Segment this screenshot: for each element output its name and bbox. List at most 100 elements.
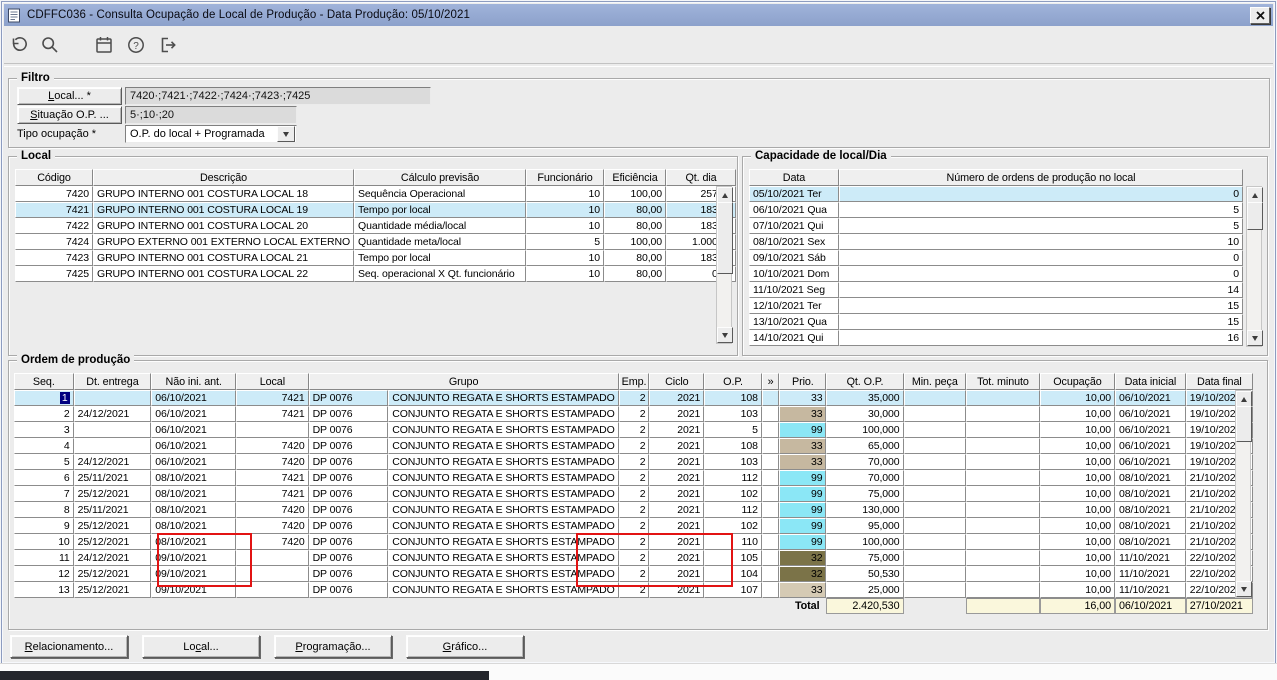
filter-tipo-combobox[interactable]: O.P. do local + Programada bbox=[125, 125, 297, 143]
cell[interactable]: 08/10/2021 bbox=[151, 534, 237, 550]
column-header[interactable]: Ocupação bbox=[1039, 373, 1116, 390]
cell[interactable]: 99 bbox=[779, 470, 827, 486]
cell[interactable] bbox=[966, 422, 1040, 438]
cell[interactable]: 2 bbox=[618, 470, 650, 486]
cell[interactable]: DP 0076 bbox=[308, 518, 389, 534]
cell[interactable]: 95,000 bbox=[826, 518, 904, 534]
cell[interactable] bbox=[73, 390, 152, 406]
column-header[interactable]: Prio. bbox=[779, 373, 827, 390]
cell[interactable]: 06/10/2021 bbox=[1115, 598, 1186, 614]
cell[interactable]: 102 bbox=[704, 518, 762, 534]
cell[interactable]: 7420 bbox=[15, 186, 93, 202]
cell[interactable]: GRUPO INTERNO 001 COSTURA LOCAL 22 bbox=[93, 266, 355, 282]
cell[interactable]: 25/12/2021 bbox=[73, 566, 152, 582]
cell[interactable]: 102 bbox=[704, 486, 762, 502]
cell[interactable]: 103 bbox=[704, 454, 762, 470]
scroll-up-button[interactable] bbox=[1247, 187, 1263, 203]
cell[interactable]: 25/11/2021 bbox=[73, 502, 152, 518]
grafico-button[interactable]: Gráfico... bbox=[406, 635, 524, 658]
cell[interactable]: 7420 bbox=[236, 534, 309, 550]
cell[interactable]: 2021 bbox=[649, 582, 705, 598]
cell[interactable]: 10,00 bbox=[1039, 454, 1116, 470]
cell[interactable]: 10 bbox=[526, 250, 605, 266]
filter-local-value[interactable]: 7420·;7421·;7422·;7424·;7423·;7425 bbox=[125, 87, 431, 105]
cell[interactable]: 35,000 bbox=[826, 390, 904, 406]
column-header[interactable]: Local bbox=[236, 373, 309, 390]
cell[interactable]: 11/10/2021 Seg bbox=[749, 282, 839, 298]
cell[interactable]: 10,00 bbox=[1039, 438, 1116, 454]
cell[interactable]: 99 bbox=[779, 518, 827, 534]
cell[interactable]: 06/10/2021 bbox=[1115, 454, 1186, 470]
cell[interactable]: 10 bbox=[839, 234, 1243, 250]
cell[interactable]: 4 bbox=[14, 438, 74, 454]
cell[interactable]: 2 bbox=[618, 438, 650, 454]
cell[interactable]: 10,00 bbox=[1039, 582, 1116, 598]
cell[interactable]: 08/10/2021 bbox=[151, 486, 237, 502]
cell[interactable]: 80,00 bbox=[604, 266, 667, 282]
cell[interactable]: 130,000 bbox=[826, 502, 904, 518]
cell[interactable]: 06/10/2021 bbox=[151, 454, 237, 470]
cell[interactable]: CONJUNTO REGATA E SHORTS ESTAMPADO bbox=[388, 406, 619, 422]
cell[interactable]: 75,000 bbox=[826, 550, 904, 566]
cell[interactable]: 99 bbox=[779, 422, 827, 438]
cell[interactable]: 14 bbox=[839, 282, 1243, 298]
cell[interactable]: 50,530 bbox=[826, 566, 904, 582]
cell[interactable] bbox=[761, 550, 780, 566]
exit-button[interactable] bbox=[156, 33, 180, 57]
cell[interactable]: 5 bbox=[704, 422, 762, 438]
cell[interactable] bbox=[761, 390, 780, 406]
column-header[interactable]: Não ini. ant. bbox=[151, 373, 237, 390]
cell[interactable] bbox=[903, 582, 967, 598]
cell[interactable]: 112 bbox=[704, 470, 762, 486]
cell[interactable]: 06/10/2021 bbox=[151, 390, 237, 406]
scroll-up-button[interactable] bbox=[1236, 391, 1252, 407]
cell[interactable]: 104 bbox=[704, 566, 762, 582]
relacionamento-button[interactable]: Relacionamento... bbox=[10, 635, 128, 658]
search-button[interactable] bbox=[38, 33, 62, 57]
cell[interactable]: 7422 bbox=[15, 218, 93, 234]
cell[interactable]: 10 bbox=[526, 202, 605, 218]
cell[interactable]: 2021 bbox=[649, 566, 705, 582]
cell[interactable]: 08/10/2021 bbox=[151, 470, 237, 486]
cell[interactable]: DP 0076 bbox=[308, 502, 389, 518]
cell[interactable]: 2 bbox=[618, 422, 650, 438]
cell[interactable]: 10/10/2021 Dom bbox=[749, 266, 839, 282]
calendar-button[interactable] bbox=[92, 33, 116, 57]
cell[interactable] bbox=[903, 406, 967, 422]
cell[interactable] bbox=[966, 534, 1040, 550]
programacao-button[interactable]: Programação... bbox=[274, 635, 392, 658]
cell[interactable] bbox=[966, 454, 1040, 470]
column-header[interactable]: O.P. bbox=[704, 373, 762, 390]
cell[interactable] bbox=[966, 582, 1040, 598]
cell[interactable]: 7420 bbox=[236, 454, 309, 470]
cell[interactable]: CONJUNTO REGATA E SHORTS ESTAMPADO bbox=[388, 550, 619, 566]
cell[interactable]: DP 0076 bbox=[308, 486, 389, 502]
cell[interactable]: 06/10/2021 bbox=[1115, 438, 1186, 454]
cell[interactable]: 24/12/2021 bbox=[73, 454, 152, 470]
cell[interactable]: 16,00 bbox=[1039, 598, 1116, 614]
cell[interactable]: 10 bbox=[526, 186, 605, 202]
cell[interactable]: 2021 bbox=[649, 518, 705, 534]
cell[interactable]: 2021 bbox=[649, 390, 705, 406]
cell[interactable] bbox=[903, 566, 967, 582]
cell[interactable]: Seq. operacional X Qt. funcionário bbox=[354, 266, 527, 282]
cell[interactable]: 5 bbox=[839, 202, 1243, 218]
cell[interactable]: 80,00 bbox=[604, 250, 667, 266]
cell[interactable]: 06/10/2021 bbox=[1115, 406, 1186, 422]
scroll-thumb[interactable] bbox=[1236, 406, 1252, 442]
cell[interactable]: Tempo por local bbox=[354, 202, 527, 218]
cell[interactable]: 15 bbox=[839, 298, 1243, 314]
cell[interactable]: CONJUNTO REGATA E SHORTS ESTAMPADO bbox=[388, 518, 619, 534]
cell[interactable]: 08/10/2021 bbox=[1115, 470, 1186, 486]
column-header[interactable]: Grupo bbox=[308, 373, 619, 390]
cell[interactable] bbox=[966, 598, 1040, 614]
column-header[interactable]: Qt. O.P. bbox=[826, 373, 904, 390]
cell[interactable]: Sequência Operacional bbox=[354, 186, 527, 202]
cell[interactable]: 2 bbox=[618, 454, 650, 470]
cell[interactable]: Quantidade meta/local bbox=[354, 234, 527, 250]
column-header[interactable]: Data bbox=[749, 169, 839, 186]
cell[interactable]: 7420 bbox=[236, 438, 309, 454]
column-header[interactable]: Número de ordens de produção no local bbox=[839, 169, 1243, 186]
cell[interactable]: 16 bbox=[839, 330, 1243, 346]
cell[interactable]: 32 bbox=[779, 566, 827, 582]
